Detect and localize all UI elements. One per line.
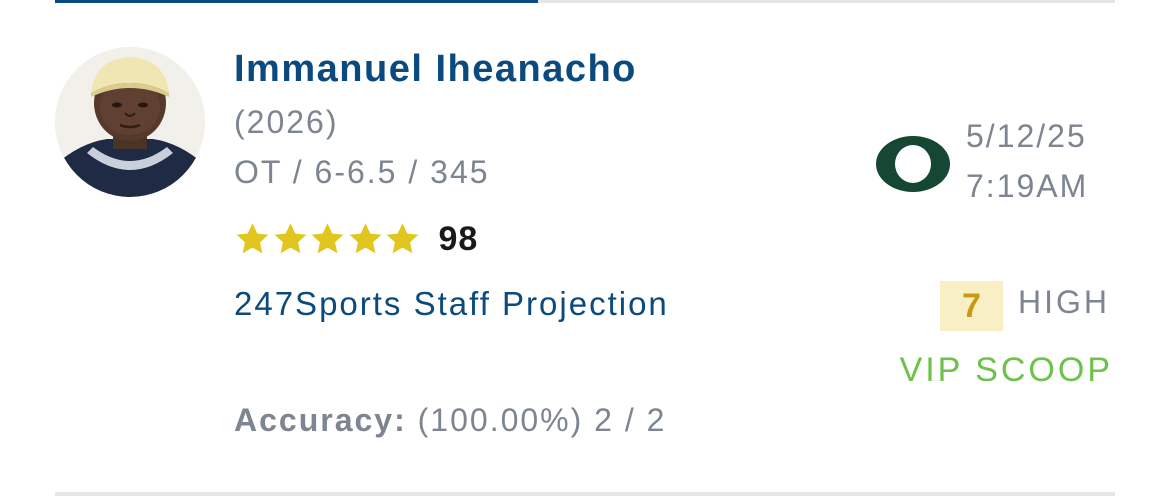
star-icon (272, 221, 309, 258)
vip-scoop-link[interactable]: VIP SCOOP (900, 351, 1113, 390)
star-icon (234, 221, 271, 258)
predictor-name-link[interactable]: 247Sports Staff Projection (234, 285, 669, 323)
prediction-date: 5/12/25 (966, 118, 1087, 154)
team-logo[interactable] (874, 134, 952, 194)
rating-score: 98 (438, 219, 479, 258)
prediction-time: 7:19AM (966, 168, 1089, 204)
bottom-divider (55, 492, 1115, 496)
confidence-score: 7 (940, 281, 1003, 331)
accuracy-value: (100.00%) 2 / 2 (417, 402, 667, 438)
position-height-weight: OT / 6-6.5 / 345 (234, 154, 490, 190)
star-icon (309, 221, 346, 258)
star-icon (384, 221, 421, 258)
player-name-link[interactable]: Immanuel Iheanacho (234, 48, 637, 91)
class-year: (2026) (234, 104, 339, 140)
player-headshot-icon (55, 47, 205, 197)
accuracy-label: Accuracy: (234, 402, 407, 438)
stars (234, 221, 422, 258)
confidence-level: HIGH (1018, 284, 1110, 320)
oregon-o-logo-icon (876, 136, 950, 192)
top-divider-active (55, 0, 538, 3)
predictor-accuracy: Accuracy: (100.00%) 2 / 2 (234, 402, 666, 439)
player-avatar[interactable] (55, 47, 205, 197)
star-icon (347, 221, 384, 258)
star-rating: 98 (234, 218, 478, 260)
